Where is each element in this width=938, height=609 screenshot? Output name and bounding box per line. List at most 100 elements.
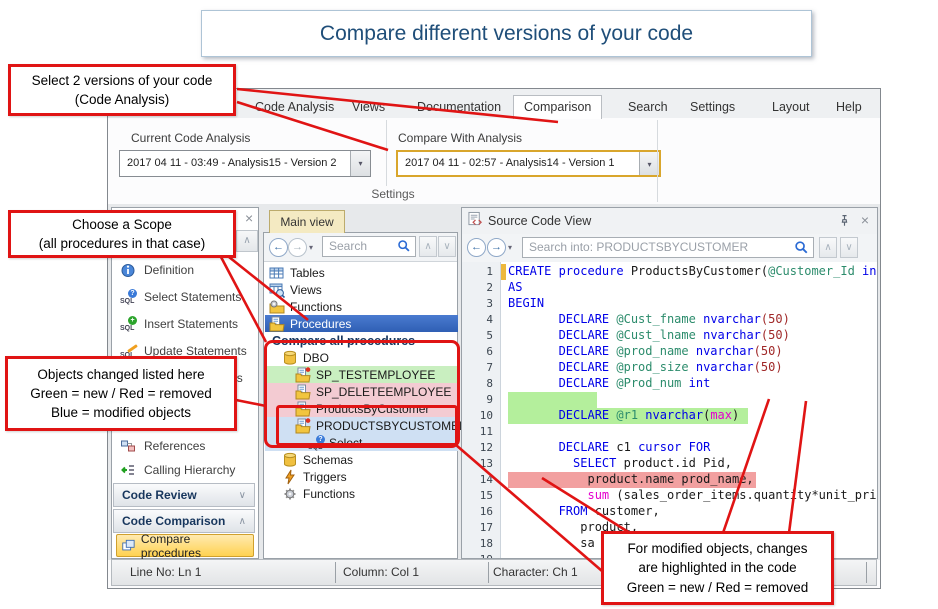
tree-item-sp_deleteemployee[interactable]: SP_DELETEEMPLOYEE	[265, 383, 458, 400]
calling-hierarchy-icon	[120, 462, 136, 478]
code-search-placeholder: Search into: PRODUCTSBYCUSTOMER	[529, 240, 748, 254]
callout-line: (all procedures in that case)	[39, 234, 206, 253]
sidebar-item-definition[interactable]: Definition	[112, 258, 258, 282]
tab-layout[interactable]: Layout	[762, 96, 820, 118]
history-dropdown-icon[interactable]: ▾	[309, 243, 313, 252]
line-number: 4	[462, 312, 493, 328]
callout-line: Green = new / Red = removed	[30, 384, 212, 403]
sidebar-item-insert-statements[interactable]: SQL+Insert Statements	[112, 312, 258, 336]
tree-item-label: Procedures	[290, 317, 351, 331]
tree-item-views[interactable]: Views	[265, 281, 458, 298]
functions-folder-icon	[269, 299, 285, 315]
added-line-highlight	[508, 392, 597, 408]
ribbon: Current Code Analysis 2017 04 11 - 03:49…	[108, 118, 880, 205]
pin-icon[interactable]	[838, 213, 851, 228]
sidebar-item-references[interactable]: References	[112, 434, 258, 458]
tree-item-select[interactable]: SQL?Select	[265, 434, 458, 451]
tab-views[interactable]: Views	[342, 96, 395, 118]
compare-procedures-button[interactable]: Compare procedures	[116, 534, 254, 557]
line-number: 16	[462, 504, 493, 520]
code-search-input[interactable]: Search into: PRODUCTSBYCUSTOMER	[522, 237, 814, 258]
close-icon[interactable]: ×	[245, 210, 253, 226]
tree-item-productsbycustomer[interactable]: PRODUCTSBYCUSTOMER	[265, 417, 458, 434]
sidebar-item-select-statements[interactable]: SQL?Select Statements	[112, 285, 258, 309]
tree-item-dbo[interactable]: DBO	[265, 349, 458, 366]
code-line-7: 7 DECLARE @prod_size nvarchar(50)	[462, 360, 877, 376]
tab-search[interactable]: Search	[618, 96, 678, 118]
back-button[interactable]: ←	[269, 238, 288, 257]
code-line-4: 4 DECLARE @Cust_fname nvarchar(50)	[462, 312, 877, 328]
sidebar-section-code-comparison[interactable]: Code Comparison∧	[113, 509, 255, 533]
tree-item-schemas[interactable]: Schemas	[265, 451, 458, 468]
tree-search-input[interactable]: Search	[322, 236, 416, 257]
callout-line: Objects changed listed here	[37, 365, 204, 384]
tree-item-triggers[interactable]: Triggers	[265, 468, 458, 485]
tab-settings[interactable]: Settings	[680, 96, 745, 118]
source-view-title: Source Code View	[488, 214, 591, 228]
line-number: 7	[462, 360, 493, 376]
back-button[interactable]: ←	[467, 238, 486, 257]
line-number: 8	[462, 376, 493, 392]
chevron-down-icon[interactable]: ▾	[639, 152, 659, 175]
ribbon-group-divider	[657, 120, 658, 202]
current-analysis-label: Current Code Analysis	[131, 131, 250, 145]
tree-item-functions[interactable]: Functions	[265, 485, 458, 502]
tab-documentation[interactable]: Documentation	[407, 96, 511, 118]
search-up-button[interactable]: ∧	[419, 236, 437, 257]
tree-item-label: Functions	[303, 487, 355, 501]
callout-modified-objects: For modified objects, changesare highlig…	[601, 531, 834, 605]
compare-analysis-value: 2017 04 11 - 02:57 - Analysis14 - Versio…	[405, 157, 615, 169]
tree-item-procedures[interactable]: Procedures	[265, 315, 458, 332]
page-title: Compare different versions of your code	[201, 10, 812, 57]
sidebar-item-label: Insert Statements	[144, 317, 238, 331]
tree-item-sp_testemployee[interactable]: SP_TESTEMPLOYEE	[265, 366, 458, 383]
tree-item-productsbycustomer[interactable]: ProductsByCustomer	[265, 400, 458, 417]
current-analysis-combobox[interactable]: 2017 04 11 - 03:49 - Analysis15 - Versio…	[119, 150, 371, 177]
close-icon[interactable]: ×	[861, 212, 869, 228]
code-area[interactable]: 1CREATE procedure ProductsByCustomer(@Cu…	[462, 262, 877, 558]
ribbon-group-divider	[386, 120, 387, 186]
callout-line: Blue = modified objects	[51, 403, 191, 422]
tab-main-view[interactable]: Main view	[269, 210, 345, 233]
sql-select-icon: SQL?	[120, 289, 138, 305]
tree-item-label: DBO	[303, 351, 329, 365]
callout-line: (Code Analysis)	[75, 90, 170, 109]
callout-line: For modified objects, changes	[627, 539, 807, 558]
compare-analysis-combobox[interactable]: 2017 04 11 - 02:57 - Analysis14 - Versio…	[396, 150, 661, 177]
main-view-toolbar: ← → ▾ Search ∧ ∨	[264, 233, 457, 262]
chevron-up-icon: ∧	[239, 516, 246, 527]
collapse-chevron-icon[interactable]: ∧	[236, 230, 258, 252]
tree-item-tables[interactable]: Tables	[265, 264, 458, 281]
sidebar-item-calling-hierarchy[interactable]: Calling Hierarchy	[112, 458, 258, 482]
search-down-button[interactable]: ∨	[438, 236, 456, 257]
sidebar-section-code-review[interactable]: Code Review∨	[113, 483, 255, 507]
code-line-8: 8 DECLARE @Prod_num int	[462, 376, 877, 392]
status-divider	[866, 562, 867, 583]
chevron-down-icon[interactable]: ▾	[350, 151, 370, 176]
line-number: 15	[462, 488, 493, 504]
forward-button[interactable]: →	[288, 238, 307, 257]
added-line-highlight: DECLARE @r1 nvarchar(max)	[508, 408, 748, 424]
tree-item-functions[interactable]: Functions	[265, 298, 458, 315]
sql-select-icon: SQL?	[308, 435, 326, 451]
callout-objects-changed: Objects changed listed hereGreen = new /…	[5, 356, 237, 431]
tab-code-analysis[interactable]: Code Analysis	[245, 96, 344, 118]
tab-comparison[interactable]: Comparison	[513, 95, 602, 119]
history-dropdown-icon[interactable]: ▾	[508, 243, 512, 252]
status-character: Character: Ch 1	[493, 560, 578, 585]
line-number: 13	[462, 456, 493, 472]
tree-caption-compare-all: Compare all procedures	[265, 332, 458, 349]
tab-help[interactable]: Help	[826, 96, 872, 118]
code-line-15: 15 sum (sales_order_items.quantity*unit_…	[462, 488, 877, 504]
code-line-6: 6 DECLARE @prod_name nvarchar(50)	[462, 344, 877, 360]
table-icon	[269, 265, 285, 281]
compare-procedures-icon	[121, 539, 136, 553]
forward-button[interactable]: →	[487, 238, 506, 257]
line-number: 12	[462, 440, 493, 456]
current-analysis-value: 2017 04 11 - 03:49 - Analysis15 - Versio…	[127, 157, 337, 169]
source-code-view-icon	[468, 211, 483, 232]
code-line-5: 5 DECLARE @Cust_lname nvarchar(50)	[462, 328, 877, 344]
search-down-button[interactable]: ∨	[840, 237, 858, 258]
sidebar-item-label: References	[144, 439, 205, 453]
search-up-button[interactable]: ∧	[819, 237, 837, 258]
